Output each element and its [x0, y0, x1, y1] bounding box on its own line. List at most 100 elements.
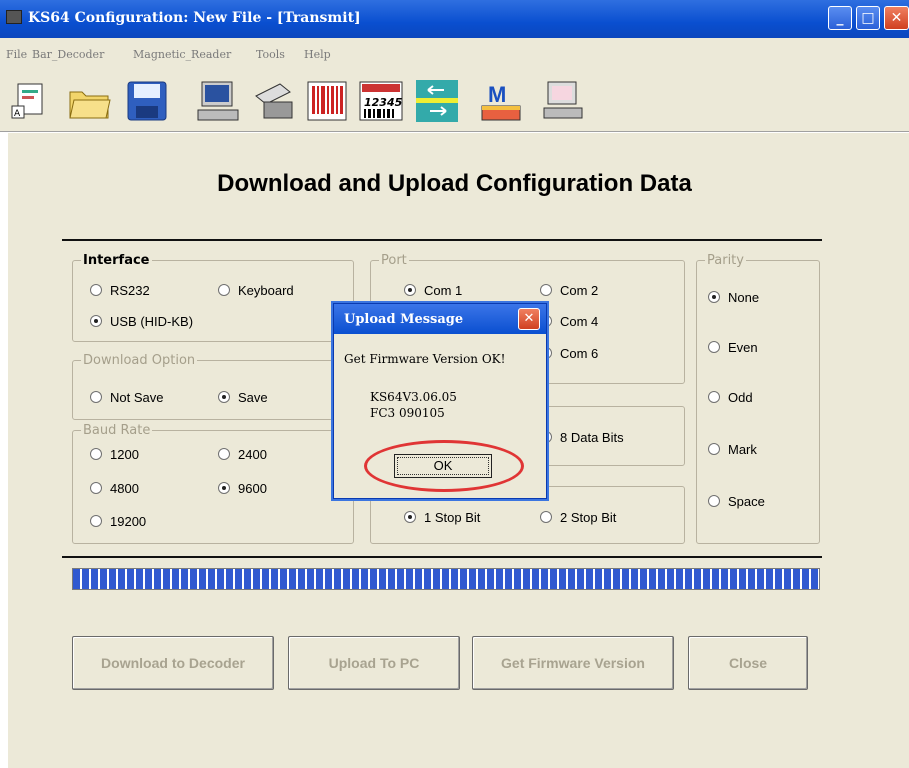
radio-baud-19200[interactable]: 19200	[90, 514, 146, 529]
svg-text:M: M	[488, 82, 506, 107]
radio-selected-icon	[90, 315, 102, 327]
bottom-divider	[62, 556, 822, 558]
radio-icon	[708, 391, 720, 403]
download-to-decoder-button[interactable]: Download to Decoder	[72, 636, 274, 690]
progress-bar	[72, 568, 820, 590]
upload-to-pc-button[interactable]: Upload To PC	[288, 636, 460, 690]
radio-selected-icon	[404, 511, 416, 523]
radio-label: Space	[728, 494, 765, 509]
radio-parity-odd[interactable]: Odd	[708, 390, 753, 405]
firmware-version-line-2: FC3 090105	[370, 406, 445, 420]
open-folder-icon[interactable]	[66, 78, 112, 124]
radio-icon	[90, 284, 102, 296]
radio-label: 1200	[110, 447, 139, 462]
radio-label: Com 1	[424, 283, 463, 298]
terminal-icon[interactable]	[540, 78, 586, 124]
menu-tools[interactable]: Tools	[256, 48, 285, 61]
radio-icon	[708, 495, 720, 507]
radio-label: 2400	[238, 447, 267, 462]
port-legend: Port	[379, 253, 409, 268]
menu-file[interactable]: File	[6, 48, 27, 61]
radio-label: 2 Stop Bit	[560, 510, 617, 525]
radio-baud-2400[interactable]: 2400	[218, 447, 267, 462]
dialog-close-icon[interactable]: ✕	[518, 308, 540, 330]
radio-label: Odd	[728, 390, 753, 405]
radio-selected-icon	[708, 291, 720, 303]
baud-rate-legend: Baud Rate	[81, 423, 153, 438]
menu-magnetic-reader[interactable]: Magnetic_Reader	[133, 48, 231, 61]
radio-selected-icon	[218, 482, 230, 494]
radio-baud-4800[interactable]: 4800	[90, 481, 139, 496]
barcode-icon[interactable]	[304, 78, 350, 124]
computer-icon[interactable]	[196, 78, 242, 124]
radio-com1[interactable]: Com 1	[404, 283, 462, 298]
interface-legend: Interface	[81, 253, 152, 268]
radio-label: 9600	[238, 481, 267, 496]
radio-label: Even	[728, 340, 758, 355]
radio-label: 19200	[110, 514, 147, 529]
close-button[interactable]: Close	[688, 636, 808, 690]
save-disk-icon[interactable]	[124, 78, 170, 124]
radio-com4[interactable]: Com 4	[540, 314, 598, 329]
radio-icon	[708, 341, 720, 353]
get-firmware-version-button[interactable]: Get Firmware Version	[472, 636, 674, 690]
radio-keyboard[interactable]: Keyboard	[218, 283, 294, 298]
title-bar: KS64 Configuration: New File - [Transmit…	[0, 0, 909, 38]
radio-8-data-bits[interactable]: 8 Data Bits	[540, 430, 624, 445]
radio-label: Save	[238, 390, 268, 405]
radio-label: Keyboard	[238, 283, 294, 298]
radio-baud-9600[interactable]: 9600	[218, 481, 267, 496]
radio-parity-none[interactable]: None	[708, 290, 759, 305]
radio-icon	[90, 391, 102, 403]
radio-label: Mark	[728, 442, 757, 457]
dialog-message: Get Firmware Version OK!	[344, 352, 506, 366]
radio-label: None	[728, 290, 760, 305]
transfer-arrows-icon[interactable]	[414, 78, 460, 124]
radio-label: RS232	[110, 283, 150, 298]
radio-save[interactable]: Save	[218, 390, 268, 405]
toolbar: A 12345 M	[0, 70, 909, 132]
radio-label: Com 2	[560, 283, 599, 298]
radio-baud-1200[interactable]: 1200	[90, 447, 139, 462]
radio-icon	[90, 448, 102, 460]
minimize-icon[interactable]: _	[828, 6, 852, 30]
radio-rs232[interactable]: RS232	[90, 283, 150, 298]
ok-button[interactable]: OK	[394, 454, 492, 478]
parity-legend: Parity	[705, 253, 746, 268]
radio-parity-mark[interactable]: Mark	[708, 442, 757, 457]
page-title: Download and Upload Configuration Data	[217, 170, 692, 197]
radio-label: Com 6	[560, 346, 599, 361]
magnetic-m-icon[interactable]: M	[478, 78, 524, 124]
radio-label: 4800	[110, 481, 139, 496]
menu-bar-decoder[interactable]: Bar_Decoder	[32, 48, 104, 61]
magnetic-reader-icon[interactable]	[250, 78, 296, 124]
radio-icon	[90, 482, 102, 494]
upload-message-dialog: Upload Message ✕ Get Firmware Version OK…	[333, 303, 547, 499]
maximize-icon[interactable]: □	[856, 6, 880, 30]
radio-icon	[218, 448, 230, 460]
new-file-icon[interactable]: A	[8, 78, 54, 124]
radio-parity-even[interactable]: Even	[708, 340, 758, 355]
radio-label: 8 Data Bits	[560, 430, 624, 445]
firmware-version-line-1: KS64V3.06.05	[370, 390, 457, 404]
svg-text:A: A	[14, 109, 21, 119]
menu-help[interactable]: Help	[304, 48, 331, 61]
radio-usb-hid-kb[interactable]: USB (HID-KB)	[90, 314, 193, 329]
radio-1-stop-bit[interactable]: 1 Stop Bit	[404, 510, 480, 525]
radio-icon	[90, 515, 102, 527]
svg-text:12345: 12345	[364, 96, 403, 109]
radio-label: Not Save	[110, 390, 164, 405]
menu-bar: File Bar_Decoder Magnetic_Reader Tools H…	[0, 38, 909, 70]
radio-com2[interactable]: Com 2	[540, 283, 598, 298]
radio-label: USB (HID-KB)	[110, 314, 194, 329]
barcode-12345-icon[interactable]: 12345	[358, 78, 404, 124]
radio-not-save[interactable]: Not Save	[90, 390, 163, 405]
interface-group: Interface	[72, 253, 354, 342]
radio-2-stop-bit[interactable]: 2 Stop Bit	[540, 510, 616, 525]
radio-icon	[540, 284, 552, 296]
radio-parity-space[interactable]: Space	[708, 494, 765, 509]
radio-com6[interactable]: Com 6	[540, 346, 598, 361]
progress-fill	[73, 569, 819, 589]
radio-icon	[218, 284, 230, 296]
close-icon[interactable]: ✕	[884, 6, 909, 30]
